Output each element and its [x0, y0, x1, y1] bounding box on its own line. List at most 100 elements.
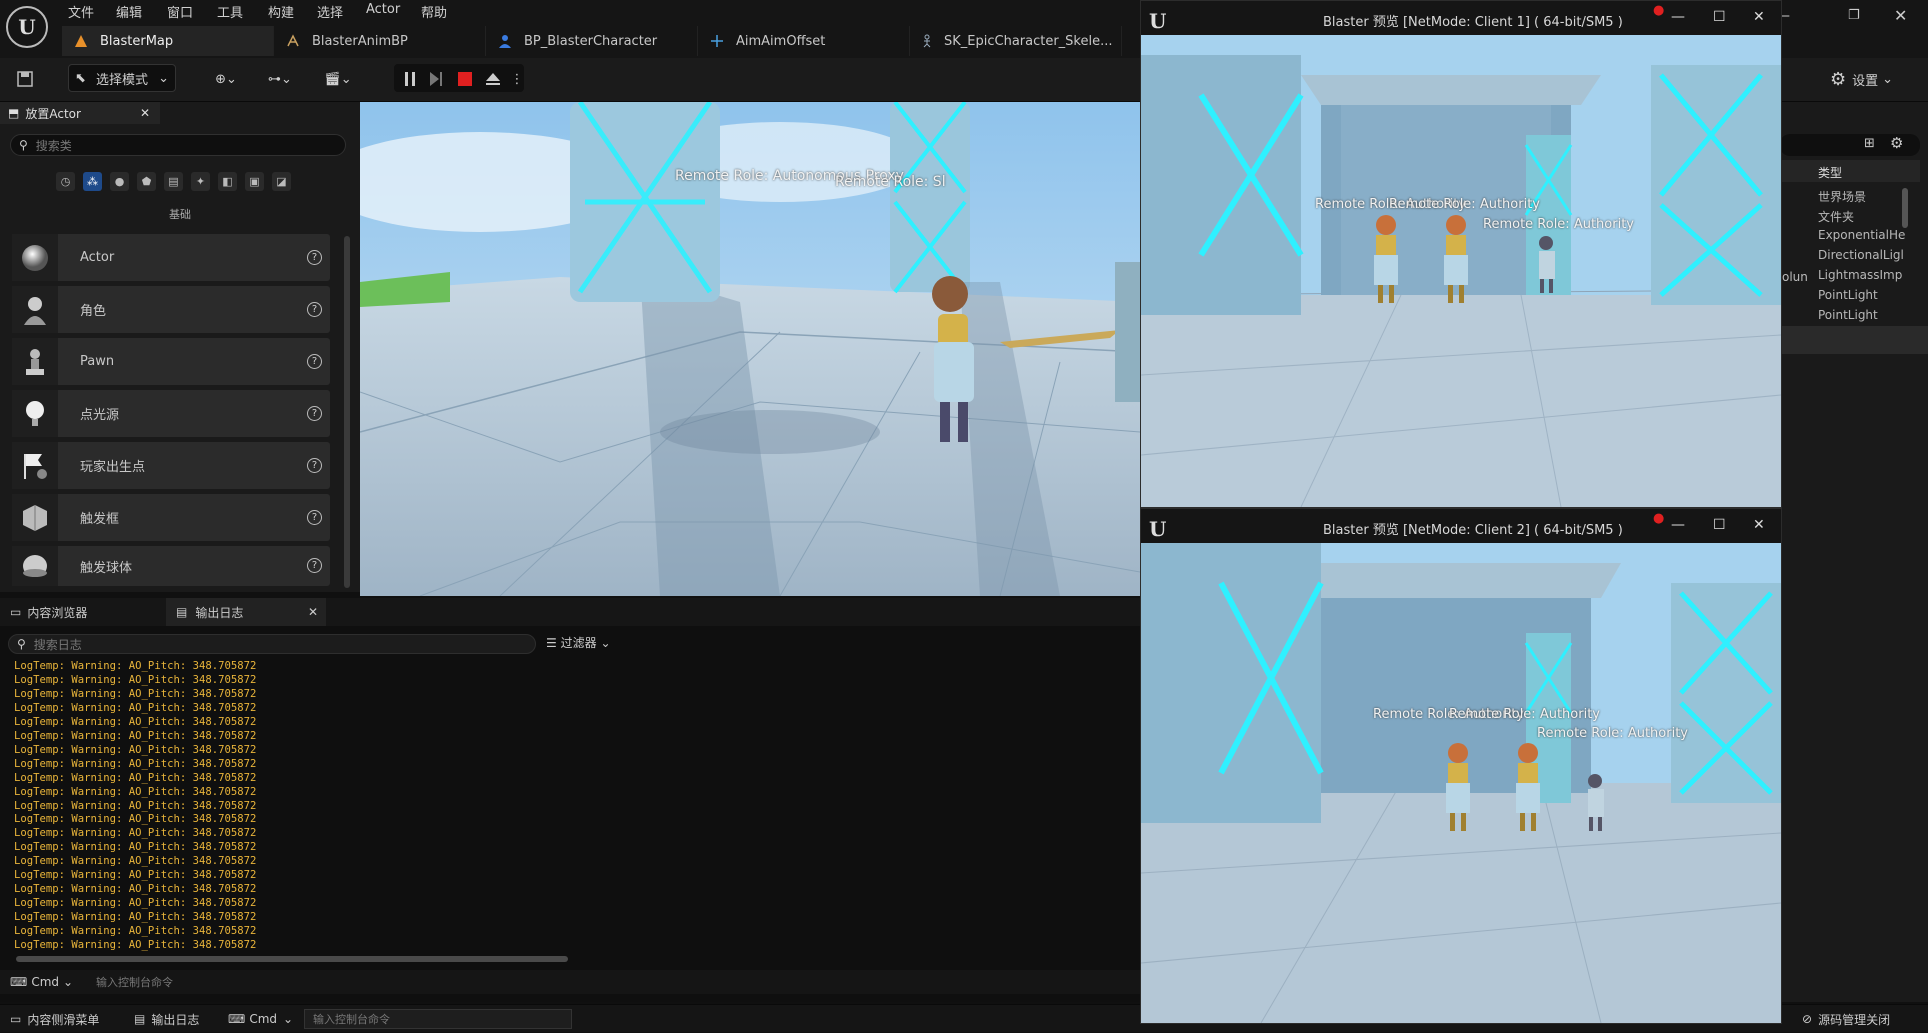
outliner-row[interactable]: LightmassImp — [1818, 268, 1902, 282]
client2-preview-window[interactable]: U Blaster 预览 [NetMode: Client 2] ( 64-bi… — [1140, 508, 1782, 1024]
filter-dropdown[interactable]: ☰ 过滤器 ⌄ — [546, 634, 611, 651]
log-horizontal-scrollbar[interactable] — [16, 956, 568, 962]
volumes-icon[interactable]: ▣ — [245, 172, 264, 191]
place-actors-tab[interactable]: ⬒ 放置Actor ✕ — [0, 102, 160, 124]
save-icon[interactable] — [12, 64, 38, 94]
selection-mode-dropdown[interactable]: ⬉ 选择模式 ⌄ — [68, 64, 176, 92]
settings-button[interactable]: ⚙ 设置 ⌄ — [1830, 64, 1893, 94]
place-item-label: 玩家出生点 — [80, 460, 146, 475]
clapper-icon: 🎬︎⌄ — [324, 71, 352, 87]
shapes-icon[interactable]: ⬟ — [137, 172, 156, 191]
cinematics-button[interactable]: 🎬︎⌄ — [318, 64, 358, 94]
minimize-icon[interactable]: — — [1671, 517, 1685, 533]
minimize-icon[interactable]: — — [1671, 9, 1685, 25]
blueprint-button[interactable]: ⊶⌄ — [262, 64, 298, 94]
skeleton-icon — [920, 32, 934, 50]
notification-dot-icon: ● — [1653, 3, 1665, 18]
close-icon[interactable]: ✕ — [1753, 517, 1765, 533]
unreal-logo-icon[interactable]: U — [6, 6, 48, 48]
add-actor-button[interactable]: ⊕⌄ — [208, 64, 244, 94]
console-icon: ⌨ — [10, 975, 28, 989]
close-icon[interactable]: ✕ — [1753, 9, 1765, 25]
close-icon[interactable]: ✕ — [308, 605, 318, 619]
restore-icon[interactable]: ❐ — [1848, 8, 1860, 23]
content-drawer-button[interactable]: ▭ 内容侧滑菜单 — [10, 1005, 99, 1033]
bottom-tabs: ▭ 内容浏览器 ▤ 输出日志 ✕ — [0, 598, 1140, 626]
help-icon[interactable]: ? — [307, 250, 322, 265]
place-item-actor[interactable]: Actor ? — [12, 234, 330, 281]
outliner-row[interactable]: PointLight — [1818, 308, 1878, 322]
outliner-row[interactable]: ExponentialHe — [1818, 228, 1905, 242]
pause-icon[interactable] — [400, 64, 420, 94]
outliner-row[interactable]: DirectionalLigl — [1818, 248, 1904, 262]
basic-shapes-icon[interactable]: ⁂ — [83, 172, 102, 191]
cinematic-icon[interactable]: ▤ — [164, 172, 183, 191]
close-icon[interactable]: ✕ — [140, 106, 150, 120]
place-item-trigger-sphere[interactable]: 触发球体 ? — [12, 546, 330, 586]
sphere-icon — [12, 234, 58, 281]
help-icon[interactable]: ? — [307, 510, 322, 525]
stop-icon[interactable] — [454, 64, 476, 94]
place-item-player-start[interactable]: 玩家出生点 ? — [12, 442, 330, 489]
maximize-icon[interactable]: ☐ — [1713, 9, 1726, 25]
frame-advance-icon[interactable] — [426, 64, 446, 94]
more-options-icon[interactable]: ⋮ — [511, 64, 524, 94]
menu-help[interactable]: 帮助 — [421, 2, 447, 22]
outliner-row[interactable]: PointLight — [1818, 288, 1878, 302]
place-actors-scrollbar[interactable] — [344, 236, 350, 588]
menu-build[interactable]: 构建 — [268, 2, 294, 22]
outliner-row[interactable]: 世界场景 — [1818, 188, 1866, 205]
tab-aimaimoffset[interactable]: AimAimOffset — [698, 26, 910, 56]
add-folder-icon[interactable]: ⊞ — [1864, 136, 1875, 151]
place-item-character[interactable]: 角色 ? — [12, 286, 330, 333]
eject-icon[interactable] — [482, 64, 504, 94]
menu-actor[interactable]: Actor — [366, 2, 400, 22]
client1-viewport[interactable]: Remote Role: Authority Remote Role: Auth… — [1141, 35, 1781, 507]
class-search-input[interactable]: ⚲ 搜索类 — [10, 134, 346, 156]
tab-output-log[interactable]: ▤ 输出日志 ✕ — [166, 598, 326, 626]
geometry-icon[interactable]: ◧ — [218, 172, 237, 191]
client1-preview-window[interactable]: U Blaster 预览 [NetMode: Client 1] ( 64-bi… — [1140, 0, 1782, 508]
output-log-button[interactable]: ▤ 输出日志 — [134, 1005, 199, 1033]
menu-file[interactable]: 文件 — [68, 2, 94, 22]
outliner-scrollbar[interactable] — [1902, 188, 1908, 228]
selection-mode-label: 选择模式 — [95, 72, 148, 88]
tab-content-browser[interactable]: ▭ 内容浏览器 — [0, 598, 166, 626]
maximize-icon[interactable]: ☐ — [1713, 517, 1726, 533]
tab-bp-blastercharacter[interactable]: BP_BlasterCharacter — [486, 26, 698, 56]
help-icon[interactable]: ? — [307, 302, 322, 317]
console-command-input[interactable]: 输入控制台命令 — [88, 972, 1140, 992]
console-command-input[interactable]: 输入控制台命令 — [304, 1009, 572, 1029]
close-icon[interactable]: ✕ — [1894, 6, 1907, 25]
help-icon[interactable]: ? — [307, 406, 322, 421]
cmd-selector[interactable]: ⌨ Cmd ⌄ — [10, 968, 73, 996]
menu-tools[interactable]: 工具 — [217, 2, 243, 22]
lights-icon[interactable]: ● — [110, 172, 129, 191]
cmd-selector[interactable]: ⌨ Cmd ⌄ — [228, 1005, 293, 1033]
filter-label: 过滤器 — [560, 636, 597, 650]
help-icon[interactable]: ? — [307, 558, 322, 573]
recent-icon[interactable]: ◷ — [56, 172, 75, 191]
level-viewport[interactable]: Remote Role: Autonomous Proxy Remote Rol… — [360, 102, 1140, 596]
outliner-row[interactable]: 文件夹 — [1818, 208, 1854, 225]
tab-blasteranimbp[interactable]: BlasterAnimBP — [274, 26, 486, 56]
visual-effects-icon[interactable]: ✦ — [191, 172, 210, 191]
menu-select[interactable]: 选择 — [317, 2, 343, 22]
source-control-button[interactable]: ⊘ 源码管理关闭 — [1802, 1005, 1890, 1033]
place-item-trigger-box[interactable]: 触发框 ? — [12, 494, 330, 541]
all-classes-icon[interactable]: ◪ — [272, 172, 291, 191]
menu-edit[interactable]: 编辑 — [116, 2, 142, 22]
place-item-pawn[interactable]: Pawn ? — [12, 338, 330, 385]
chevron-down-icon: ⌄ — [283, 1012, 294, 1026]
gear-icon[interactable]: ⚙ — [1890, 134, 1903, 152]
tab-sk-epiccharacter[interactable]: SK_EpicCharacter_Skele... — [910, 26, 1122, 56]
menu-window[interactable]: 窗口 — [167, 2, 193, 22]
client1-title-bar: U Blaster 预览 [NetMode: Client 1] ( 64-bi… — [1141, 1, 1781, 35]
log-search-input[interactable]: ⚲ 搜索日志 — [8, 634, 536, 654]
help-icon[interactable]: ? — [307, 354, 322, 369]
client2-viewport[interactable]: Remote Role: Authority Remote Role: Auth… — [1141, 543, 1781, 1023]
help-icon[interactable]: ? — [307, 458, 322, 473]
tab-blastermap[interactable]: BlasterMap — [62, 26, 274, 56]
place-item-point-light[interactable]: 点光源 ? — [12, 390, 330, 437]
outliner-type-header[interactable]: 类型 — [1818, 164, 1842, 181]
